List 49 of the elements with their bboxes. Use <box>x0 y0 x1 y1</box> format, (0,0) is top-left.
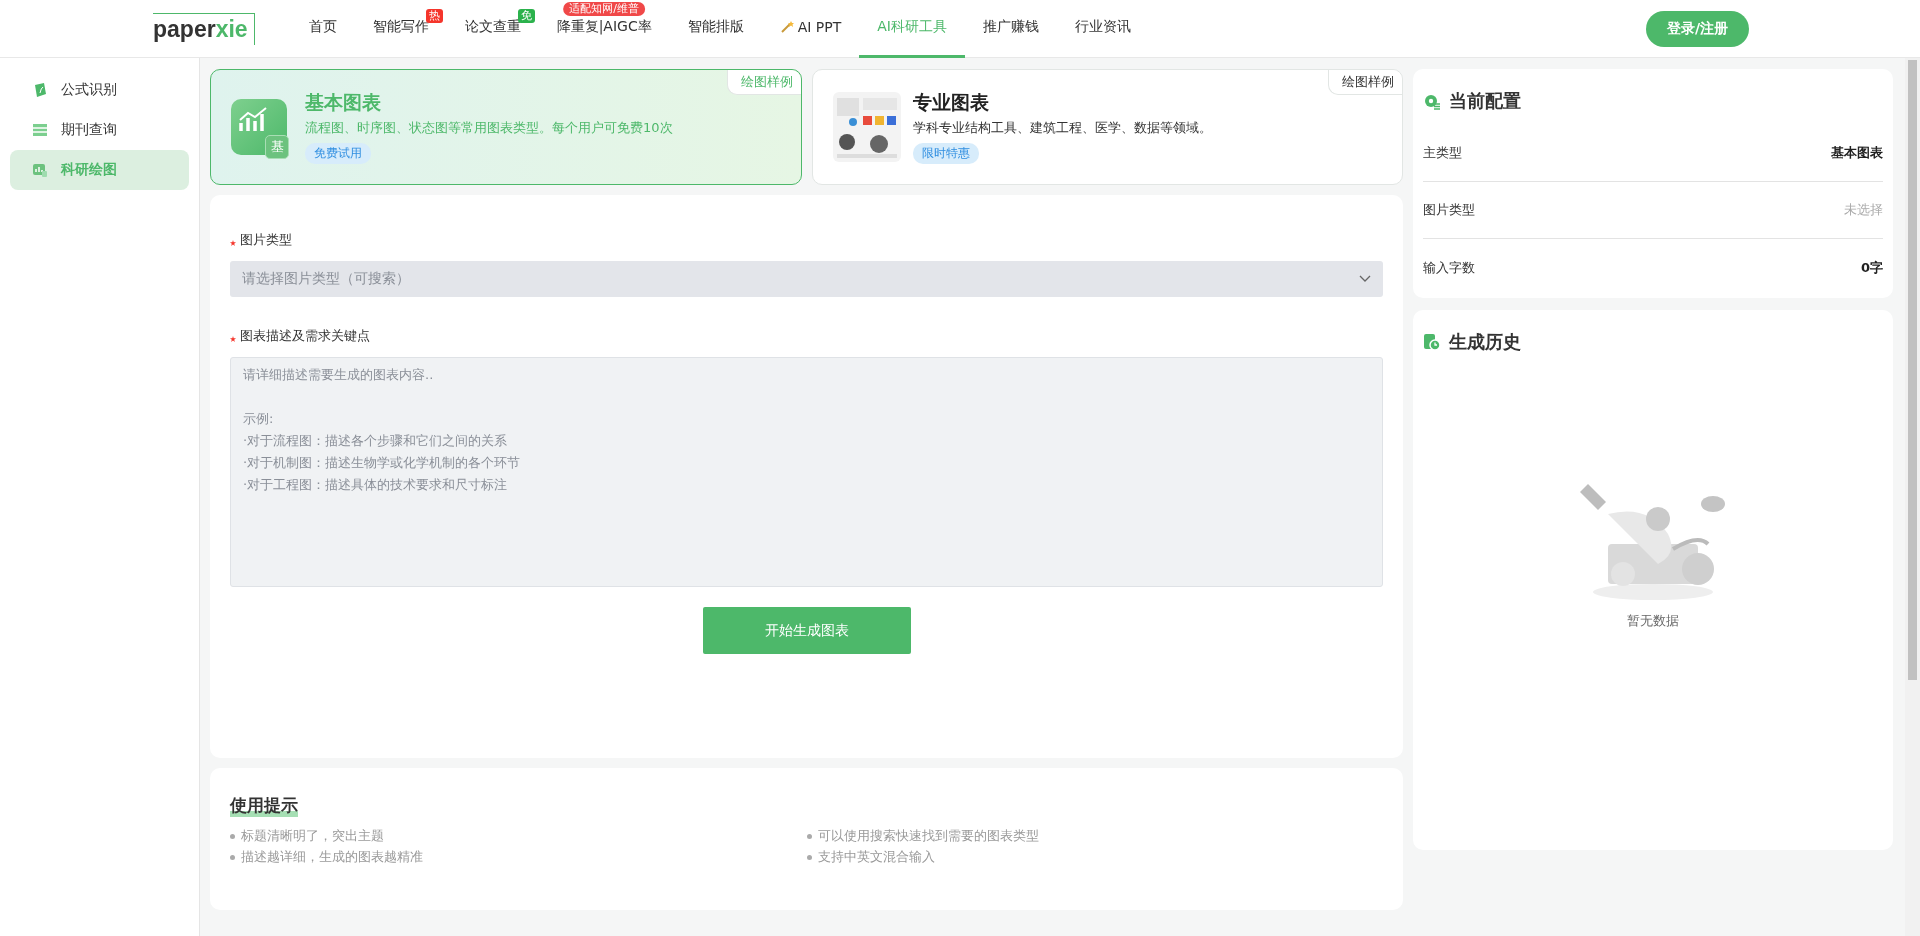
nav-link[interactable]: 行业资讯 <box>1057 0 1149 58</box>
nav-link[interactable]: 推广赚钱 <box>965 0 1057 58</box>
card-description: 学科专业结构工具、建筑工程、医学、数据等领域。 <box>912 119 1212 137</box>
logo: paperxie <box>153 12 255 45</box>
gear-icon <box>1423 92 1441 110</box>
chart-type-card[interactable]: 专业图表 学科专业结构工具、建筑工程、医学、数据等领域。 限时特惠 绘图样例 <box>811 69 1403 185</box>
config-value: 未选择 <box>1844 201 1883 219</box>
list-icon <box>32 122 48 138</box>
tip-text: 可以使用搜索快速找到需要的图表类型 <box>817 827 1039 845</box>
nav-link[interactable]: AI PPT <box>761 0 860 58</box>
config-value: 0字 <box>1860 258 1883 277</box>
bullet-icon <box>806 833 812 839</box>
card-title: 专业图表 <box>912 90 990 115</box>
history-icon <box>1423 333 1441 351</box>
nav-link[interactable]: 智能写作 热 <box>354 0 447 58</box>
empty-message: 暂无数据 <box>1627 612 1679 630</box>
sidebar-item[interactable]: 公式识别 <box>10 70 189 110</box>
tip-text: 描述越详细，生成的图表越精准 <box>241 848 423 866</box>
bullet-icon <box>230 833 235 839</box>
bullet-icon <box>230 854 235 860</box>
config-value: 基本图表 <box>1831 144 1883 162</box>
config-label: 主类型 <box>1423 144 1462 162</box>
description-field[interactable]: 请详细描述需要生成的图表内容.. 示例: ·对于流程图：描述各个步骤和它们之间的关系 ·对于机制图：描述生物学或化学机制的各个环节 ·对于工程图：描述具体的技术要求和尺寸标注 <box>230 357 1383 587</box>
magic-wand-icon <box>779 20 794 34</box>
nav-link[interactable]: 首页 <box>290 0 355 58</box>
config-label: 输入字数 <box>1423 258 1475 277</box>
panel-title: 生成历史 <box>1449 330 1521 354</box>
config-label: 图片类型 <box>1423 201 1475 219</box>
tips-title: 使用提示 <box>230 794 298 817</box>
panel-title: 当前配置 <box>1449 89 1521 113</box>
tip-text: 支持中英文混合输入 <box>817 848 935 866</box>
field-label: 图片类型 <box>240 231 292 249</box>
nav-link[interactable]: 论文查重 免 <box>446 0 539 58</box>
nav-link[interactable]: 智能排版 <box>669 0 762 58</box>
field-label: 图表描述及需求关键点 <box>240 327 370 345</box>
card-tag: 限时特惠 <box>912 143 979 164</box>
nav-badge: 适配知网/维普 <box>563 1 645 16</box>
chevron-down-icon <box>1359 275 1371 283</box>
tip-text: 标题清晰明了，突出主题 <box>241 827 384 845</box>
document-icon <box>32 82 48 98</box>
example-link[interactable]: 绘图样例 <box>1328 70 1402 95</box>
card-description: 流程图、时序图、状态图等常用图表类型。每个用户可免费10次 <box>305 119 673 137</box>
sidebar-item[interactable]: 期刊查询 <box>10 110 189 150</box>
bullet-icon <box>806 854 812 860</box>
nav-badge: 热 <box>425 8 443 23</box>
nav-link[interactable]: 适配知网/维普 降重复|AIGC率 <box>538 0 670 58</box>
chart-icon <box>32 162 48 178</box>
card-tag: 免费试用 <box>305 143 371 164</box>
card-title: 基本图表 <box>305 90 382 115</box>
